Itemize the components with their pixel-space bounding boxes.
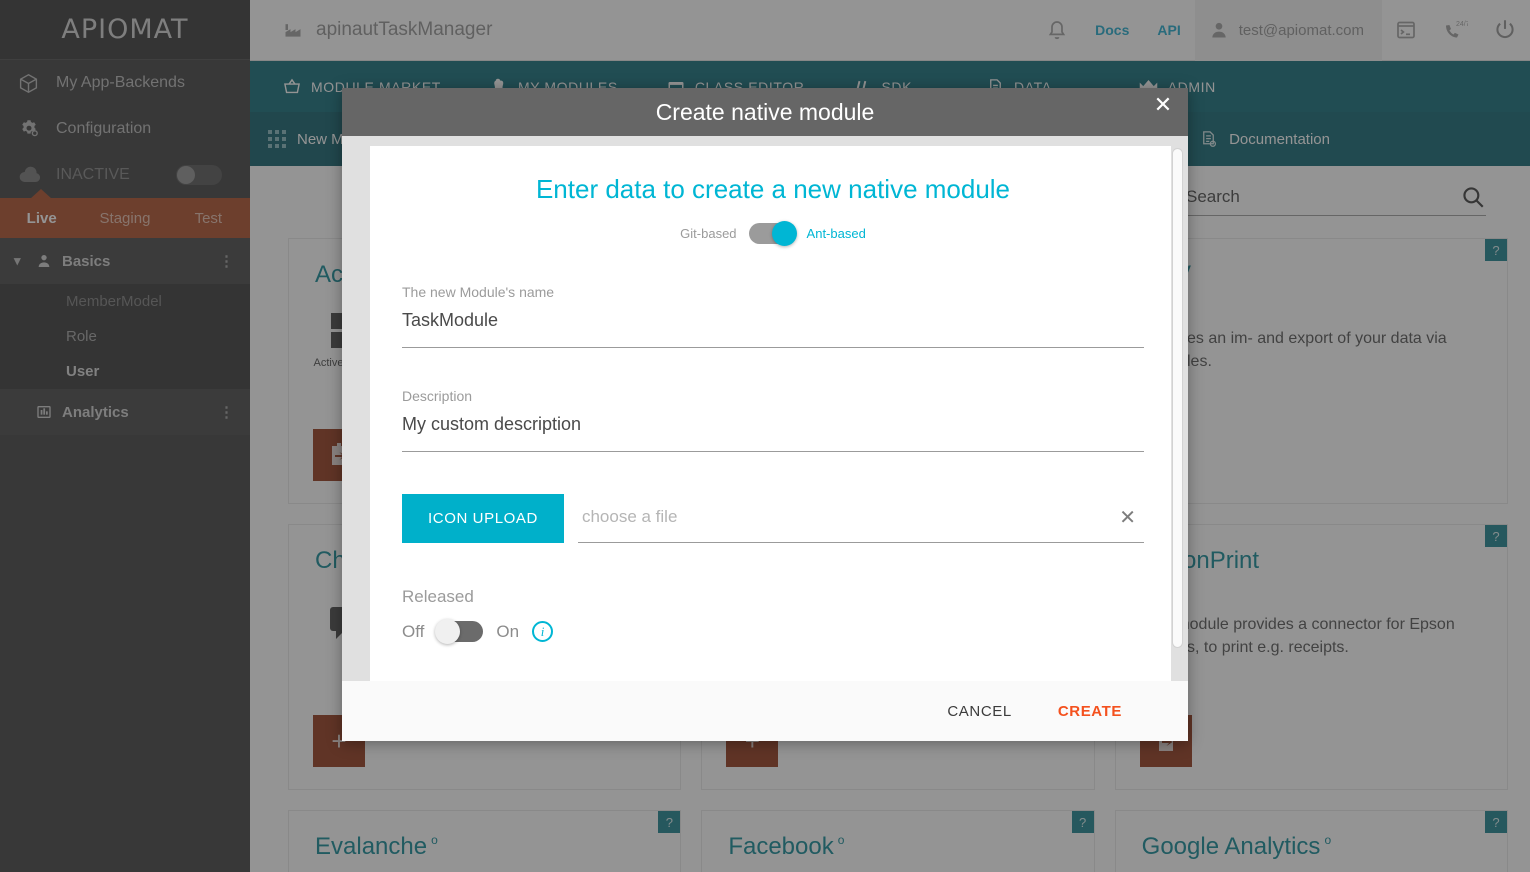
cancel-button[interactable]: CANCEL <box>947 703 1011 720</box>
dialog-form: Enter data to create a new native module… <box>370 146 1176 681</box>
dialog-footer: CANCEL CREATE <box>342 681 1188 741</box>
close-icon[interactable]: ✕ <box>1119 505 1144 530</box>
git-based-label: Git-based <box>680 226 737 241</box>
dialog-scrollbar[interactable] <box>1171 146 1184 681</box>
released-toggle-row: Off On i <box>402 619 1144 644</box>
released-off-label: Off <box>402 621 425 641</box>
build-type-switch-row: Git-based Ant-based <box>402 221 1144 246</box>
toggle-knob <box>771 221 797 246</box>
dialog-header: Create native module ✕ <box>342 88 1188 136</box>
description-input[interactable]: My custom description <box>402 414 1144 452</box>
create-native-module-dialog: Create native module ✕ Enter data to cre… <box>342 88 1188 741</box>
icon-upload-row: ICON UPLOAD choose a file ✕ <box>402 494 1144 543</box>
released-section: Released Off On i <box>402 587 1144 644</box>
module-name-input[interactable]: TaskModule <box>402 310 1144 348</box>
released-on-label: On <box>496 621 520 641</box>
released-label: Released <box>402 587 474 606</box>
info-icon[interactable]: i <box>532 621 554 642</box>
ant-based-label: Ant-based <box>806 226 866 241</box>
dialog-title: Create native module <box>655 98 875 125</box>
released-toggle[interactable] <box>435 619 484 644</box>
app-root: APIOMAT My App-Backends Configuration <box>0 0 1530 872</box>
description-label: Description <box>402 388 473 404</box>
dialog-body: Enter data to create a new native module… <box>342 136 1188 681</box>
file-input[interactable]: choose a file <box>578 507 1119 527</box>
scrollbar-thumb[interactable] <box>1172 148 1183 648</box>
close-icon[interactable]: ✕ <box>1152 94 1174 116</box>
description-field[interactable]: Description My custom description <box>402 388 1144 452</box>
create-button[interactable]: CREATE <box>1058 703 1122 720</box>
build-type-toggle[interactable] <box>748 221 797 246</box>
file-input-wrapper[interactable]: choose a file ✕ <box>577 494 1144 543</box>
module-name-field[interactable]: The new Module's name TaskModule <box>402 284 1144 348</box>
icon-upload-button[interactable]: ICON UPLOAD <box>402 494 564 543</box>
dialog-heading: Enter data to create a new native module <box>535 174 1011 204</box>
toggle-knob <box>435 619 461 644</box>
module-name-label: The new Module's name <box>402 284 555 300</box>
